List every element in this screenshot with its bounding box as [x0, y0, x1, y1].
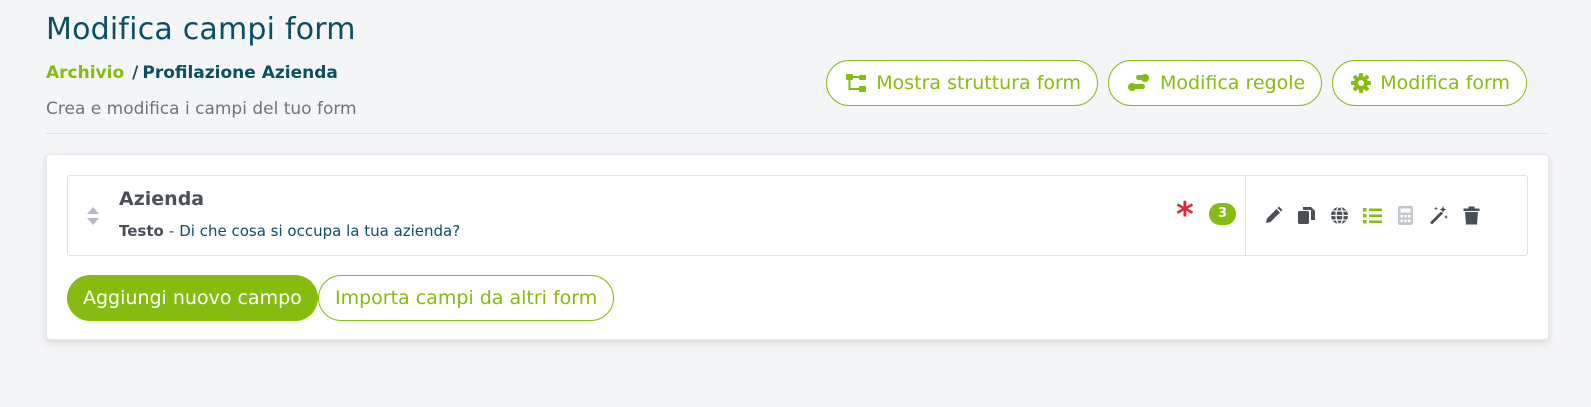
edit-rules-label: Modifica regole: [1160, 72, 1306, 94]
copy-icon[interactable]: [1297, 206, 1316, 225]
breadcrumb-archivio-link[interactable]: Archivio: [46, 63, 124, 83]
list-icon[interactable]: [1363, 206, 1382, 225]
actions-divider: [1245, 176, 1246, 255]
calculator-icon: [1396, 206, 1415, 225]
header-actions: Mostra struttura form Modifica regole Mo…: [826, 60, 1527, 106]
field-description: Testo - Di che cosa si occupa la tua azien…: [119, 222, 460, 240]
show-form-structure-button[interactable]: Mostra struttura form: [826, 60, 1099, 106]
add-new-field-button[interactable]: Aggiungi nuovo campo: [67, 275, 318, 321]
field-actions: [1264, 206, 1481, 225]
globe-icon[interactable]: [1330, 206, 1349, 225]
page-title: Modifica campi form: [46, 12, 356, 47]
page-subtitle: Crea e modifica i campi del tuo form: [46, 99, 357, 119]
header-divider: [46, 133, 1549, 134]
import-fields-button[interactable]: Importa campi da altri form: [318, 275, 615, 321]
breadcrumb-separator: /: [132, 63, 139, 83]
breadcrumb: Archivio / Profilazione Azienda: [46, 63, 338, 83]
route-icon: [1127, 73, 1151, 93]
magic-wand-icon[interactable]: [1429, 206, 1448, 225]
edit-form-button[interactable]: Modifica form: [1332, 60, 1527, 106]
field-type: Testo: [119, 222, 164, 240]
field-name: Azienda: [119, 188, 205, 210]
required-asterisk-icon: *: [1176, 195, 1194, 235]
show-form-structure-label: Mostra struttura form: [876, 72, 1082, 94]
edit-form-label: Modifica form: [1380, 72, 1510, 94]
count-badge: 3: [1209, 203, 1236, 225]
pencil-icon[interactable]: [1264, 206, 1283, 225]
edit-rules-button[interactable]: Modifica regole: [1108, 60, 1323, 106]
fields-card: Azienda Testo - Di che cosa si occupa la t…: [46, 154, 1549, 340]
field-question: Di che cosa si occupa la tua azienda?: [179, 222, 461, 240]
trash-icon[interactable]: [1462, 206, 1481, 225]
field-desc-separator: -: [168, 222, 175, 240]
breadcrumb-current: Profilazione Azienda: [142, 63, 338, 83]
gear-icon: [1351, 73, 1372, 93]
sort-handle-icon[interactable]: [86, 206, 100, 226]
sitemap-icon: [845, 73, 867, 93]
field-row: Azienda Testo - Di che cosa si occupa la t…: [67, 175, 1528, 256]
